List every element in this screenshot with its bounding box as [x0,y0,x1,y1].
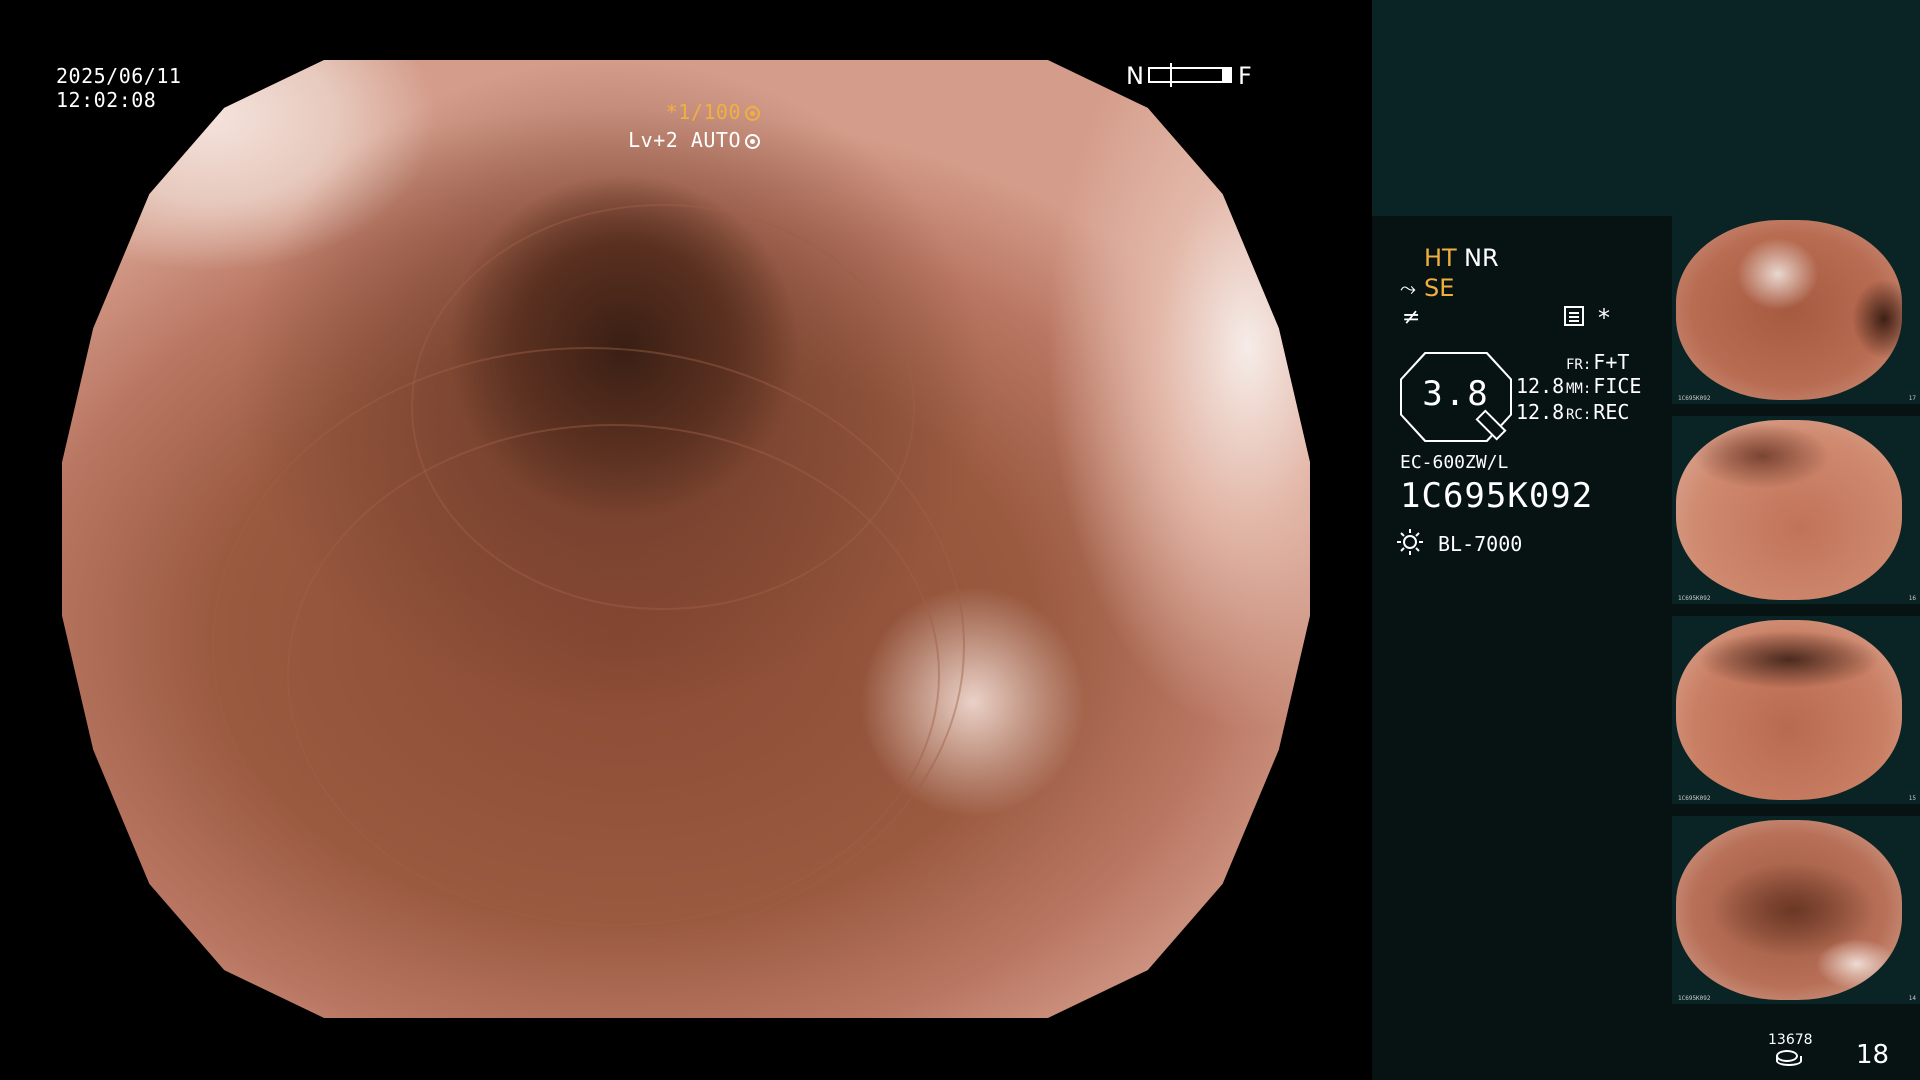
thumbnail-id: 1C695K092 [1678,395,1711,402]
mm-value: FICE [1593,374,1642,398]
se-indicator: SE [1424,274,1455,302]
fr-value: F+T [1593,350,1630,374]
scope-model: EC-600ZW/L [1400,452,1509,473]
near-far-focus-bar [1148,63,1232,87]
focus-bar-fill [1222,69,1230,81]
thumbnail-image [1676,420,1902,600]
thumbnail-image [1676,220,1902,400]
thumbnail-number: 15 [1908,795,1916,802]
shutter-icon [745,106,760,121]
thumbnail-id: 1C695K092 [1678,595,1711,602]
ht-indicator: HT [1424,244,1457,272]
far-label: F [1238,62,1253,90]
zoom-value: 3.8 [1422,374,1490,414]
storage-count: 13678 [1768,1032,1813,1048]
mm-key: MM: [1566,381,1592,397]
light-source-model: BL-7000 [1438,532,1523,556]
date-readout: 2025/06/11 [56,64,182,88]
setting-value-a: 12.8 [1516,374,1565,398]
thumbnail-image [1676,620,1902,800]
image-count: 18 [1856,1040,1890,1070]
thumbnail-id: 1C695K092 [1678,995,1711,1002]
rc-setting: RC: REC [1566,400,1629,424]
thumbnail-number: 16 [1908,595,1916,602]
captured-thumbnail[interactable]: 1C695K092 17 [1672,216,1920,404]
light-source-icon [1397,529,1423,555]
setting-value-b: 12.8 [1516,400,1565,424]
structure-enhance-icon: ⤳ [1400,276,1416,300]
freeze-icon: ≠ [1402,305,1421,330]
thumbnail-image [1676,820,1902,1000]
endoscopic-image [62,60,1310,1018]
iris-readout: Lv+2 AUTO [628,128,760,152]
fr-setting: FR: F+T [1566,350,1629,374]
mucosal-fold [411,203,915,611]
time-readout: 12:02:08 [56,88,157,112]
thumbnail-id: 1C695K092 [1678,795,1711,802]
asterisk-marker: * [1598,304,1610,332]
storage-icon [1776,1050,1802,1066]
endoscope-view: 2025/06/11 12:02:08 N F *1/100 Lv+2 AUTO [0,0,1372,1080]
iris-value: Lv+2 AUTO [628,128,741,152]
shutter-value: *1/100 [665,100,741,124]
fr-key: FR: [1566,357,1592,373]
near-label: N [1126,62,1145,90]
thumbnail-number: 17 [1908,395,1916,402]
panel-header-area [1372,0,1920,216]
nr-indicator: NR [1464,244,1499,272]
captured-thumbnail[interactable]: 1C695K092 15 [1672,616,1920,804]
iris-icon [745,134,760,149]
thumbnail-number: 14 [1908,995,1916,1002]
shutter-readout: *1/100 [666,100,760,124]
scope-serial: 1C695K092 [1400,476,1594,516]
rc-key: RC: [1566,407,1592,423]
mm-setting: MM: FICE [1566,374,1641,398]
rc-value: REC [1593,400,1630,424]
captured-thumbnail[interactable]: 1C695K092 16 [1672,416,1920,604]
focus-marker [1170,63,1172,87]
captured-thumbnail[interactable]: 1C695K092 14 [1672,816,1920,1004]
memo-icon [1564,306,1584,326]
